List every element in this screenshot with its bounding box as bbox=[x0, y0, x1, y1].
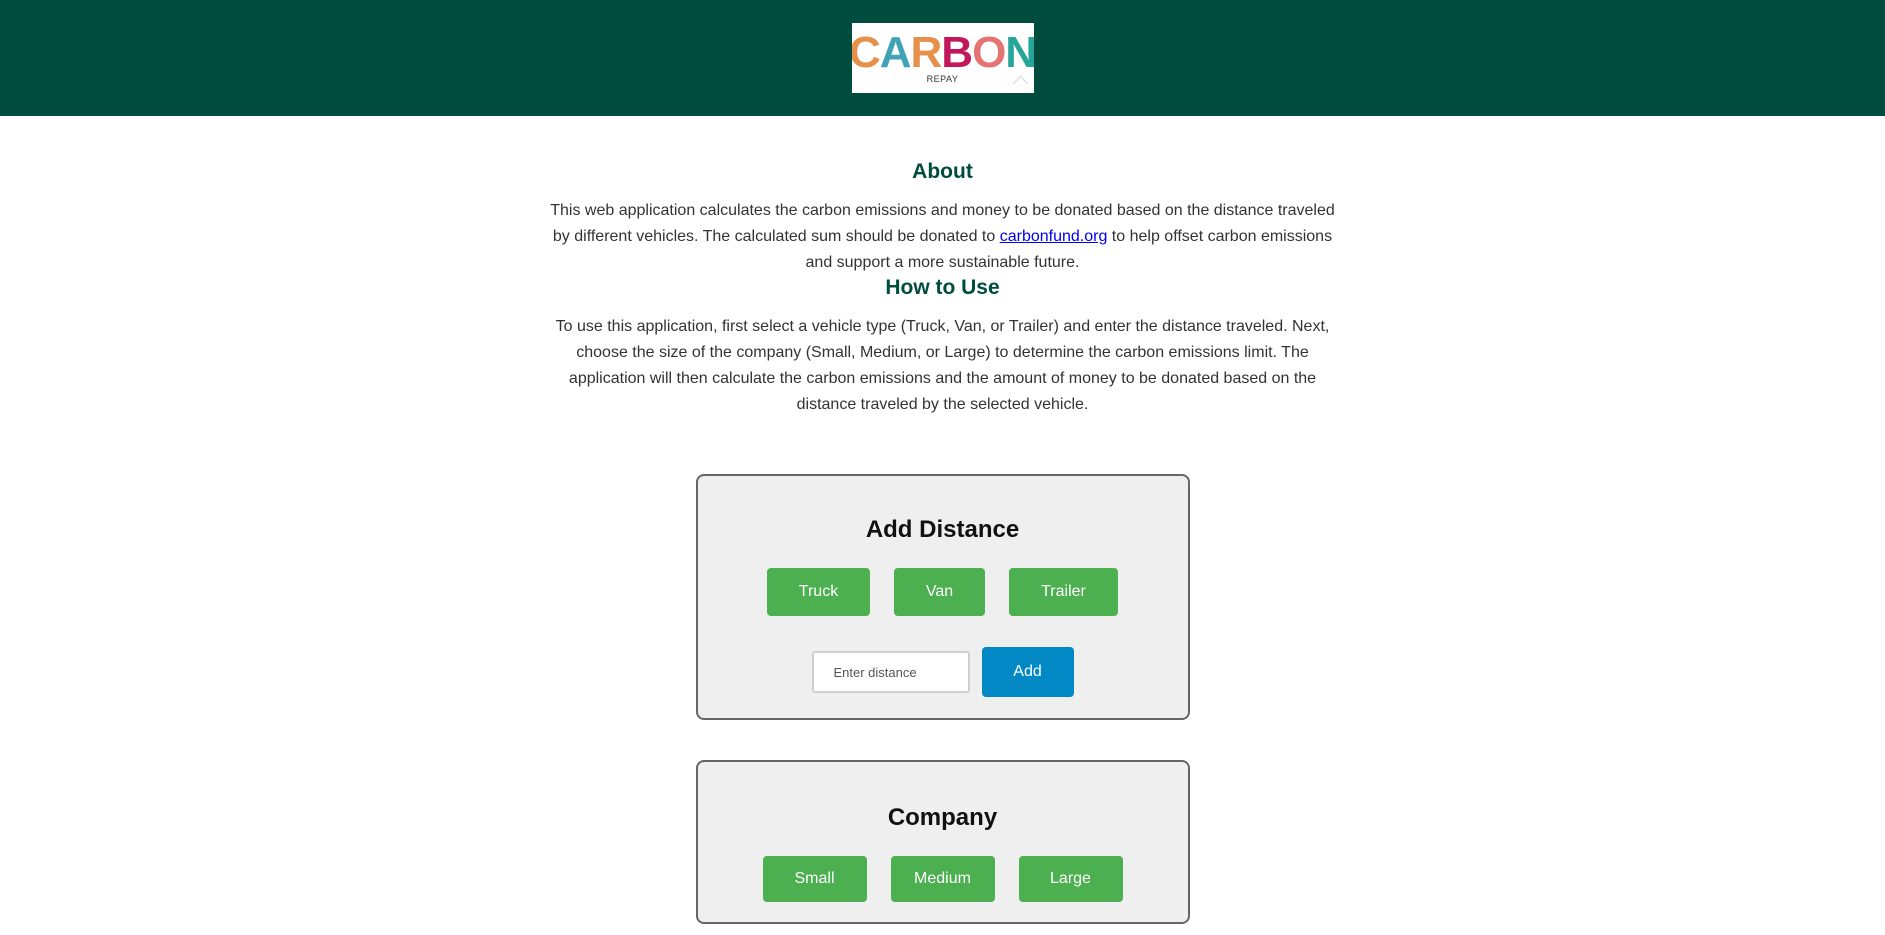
logo-letter: O bbox=[972, 27, 1006, 77]
vehicle-button-row: Truck Van Trailer bbox=[698, 568, 1188, 616]
how-to-use-text: To use this application, first select a … bbox=[555, 318, 1330, 413]
about-section: About This web application calculates th… bbox=[548, 116, 1338, 418]
logo-letter: R bbox=[910, 27, 943, 77]
add-distance-card: Add Distance Truck Van Trailer Add bbox=[695, 474, 1190, 720]
logo-letter: B bbox=[941, 27, 973, 77]
large-company-button[interactable]: Large bbox=[1018, 856, 1123, 902]
add-button[interactable]: Add bbox=[981, 647, 1074, 697]
logo-subtext: REPAY bbox=[926, 73, 959, 84]
logo-letter: N bbox=[1005, 27, 1034, 77]
logo-decoration bbox=[1012, 75, 1028, 92]
small-company-button[interactable]: Small bbox=[762, 856, 867, 902]
company-card: Company Small Medium Large bbox=[695, 760, 1190, 924]
add-distance-heading: Add Distance bbox=[865, 516, 1020, 543]
company-size-button-row: Small Medium Large bbox=[698, 856, 1188, 902]
logo-letter: A bbox=[879, 27, 912, 77]
carbon-repay-logo[interactable]: C A R B O N REPAY bbox=[851, 23, 1034, 93]
logo-wordmark: C A R B O N bbox=[851, 27, 1034, 77]
truck-button[interactable]: Truck bbox=[767, 568, 870, 616]
distance-input-row: Add bbox=[698, 647, 1188, 697]
top-bar: C A R B O N REPAY bbox=[0, 0, 1885, 116]
distance-input[interactable] bbox=[811, 651, 970, 693]
logo-letter: C bbox=[851, 27, 881, 77]
how-to-use-heading: How to Use bbox=[885, 276, 1000, 299]
medium-company-button[interactable]: Medium bbox=[890, 856, 995, 902]
about-text: This web application calculates the carb… bbox=[548, 198, 1338, 276]
company-heading: Company bbox=[887, 804, 998, 831]
about-heading: About bbox=[912, 160, 973, 183]
trailer-button[interactable]: Trailer bbox=[1009, 568, 1118, 616]
van-button[interactable]: Van bbox=[894, 568, 985, 616]
carbonfund-link[interactable]: carbonfund.org bbox=[1000, 228, 1108, 245]
